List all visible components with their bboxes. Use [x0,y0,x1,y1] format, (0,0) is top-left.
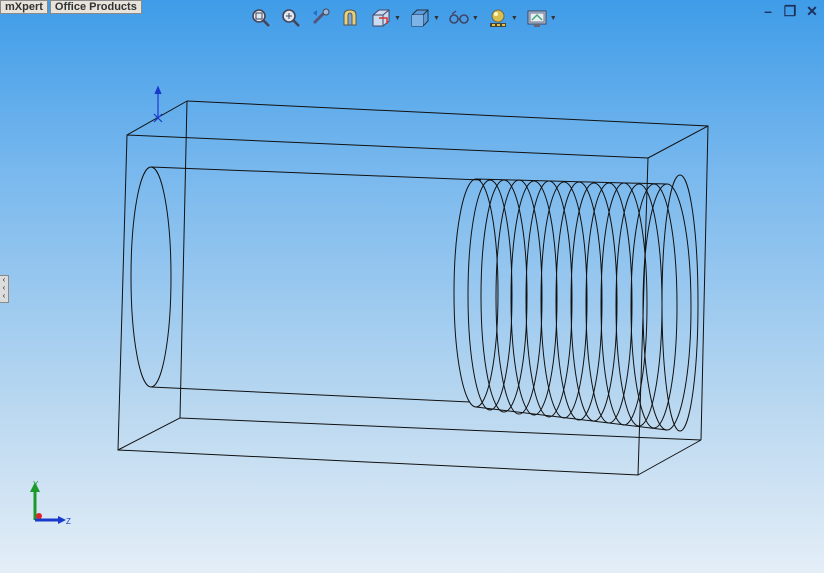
triad-z-label: Z [66,517,71,526]
block-wireframe [117,100,709,476]
triad-y-label: Y [33,480,39,489]
bore-hole-wireframe [130,166,482,403]
thread-helix-wireframe [453,174,699,432]
origin-marker-icon [153,85,163,123]
reference-triad-icon: Y Z [30,480,71,526]
graphics-area[interactable] [0,0,824,573]
